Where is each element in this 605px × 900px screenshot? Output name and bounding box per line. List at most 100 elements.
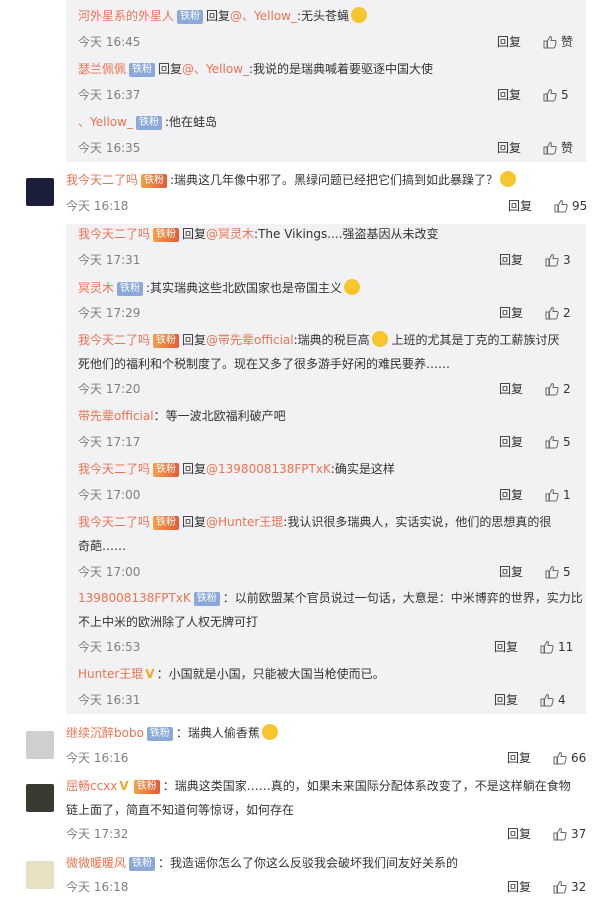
like-icon[interactable] [540,693,554,707]
username-link[interactable]: 我今天二了吗 [66,173,138,187]
comment-text: 我今天二了吗 铁粉:瑞典这几年像中邪了。黑绿问题已经把它们搞到如此暴躁了？ [66,170,517,190]
timestamp: 今天 17:29 [78,306,141,320]
timestamp: 今天 17:20 [78,382,141,396]
username-link[interactable]: 我今天二了吗 [78,462,150,476]
like-count[interactable]: 5 [563,434,571,450]
reply-button[interactable]: 回复 [499,434,523,450]
reply-button[interactable]: 回复 [499,381,523,397]
like-icon[interactable] [545,435,559,449]
comment-body-line2: 不上中米的欧洲除了人权无牌可打 [78,615,259,629]
comment-text: Hunter王琨 V ：小国就是小国，只能被大国当枪使而已。 [78,664,385,684]
like-icon[interactable] [543,35,557,49]
comment-body: :瑞典这几年像中邪了。黑绿问题已经把它们搞到如此暴躁了？ [170,173,499,187]
comment-text: 我今天二了吗 铁粉 回复@Hunter王琨:我认识很多瑞典人，实话实说，他们的思想真… [78,512,551,532]
like-icon[interactable] [545,488,559,502]
mention-link[interactable]: @Hunter王琨 [206,515,283,529]
fan-badge: 铁粉 [133,780,160,794]
reply-button[interactable]: 回复 [499,564,523,580]
reply-button[interactable]: 回复 [497,34,521,50]
username-link[interactable]: 微微暖暖风 [66,856,126,870]
comment-text: 微微暖暖风 铁粉 ：我造谣你怎么了你这么反驳我会破坏我们间友好关系的 [66,853,458,873]
like-count[interactable]: 1 [563,487,571,503]
timestamp: 今天 17:31 [78,253,141,267]
username-link[interactable]: 我今天二了吗 [78,227,150,241]
comment-body: :我认识很多瑞典人，实话实说，他们的思想真的很 [283,515,552,529]
mention-link[interactable]: @带先辈official [206,333,294,347]
username-link[interactable]: 带先辈official [78,409,154,423]
avatar[interactable] [26,861,54,889]
like-icon[interactable] [545,253,559,267]
like-icon[interactable] [553,827,567,841]
reply-button[interactable]: 回复 [507,750,531,766]
username-link[interactable]: 瑟兰佩佩 [78,62,126,76]
mention-link[interactable]: @1398008138FPTxK [206,462,331,476]
reply-button[interactable]: 回复 [507,879,531,895]
reply-button[interactable]: 回复 [499,305,523,321]
avatar[interactable] [26,784,54,812]
iron-fan-badge: 铁粉 [129,857,156,871]
username-link[interactable]: 我今天二了吗 [78,515,150,529]
like-count[interactable]: 赞 [561,140,573,156]
like-icon[interactable] [554,199,568,213]
timestamp: 今天 16:18 [66,880,129,894]
like-icon[interactable] [543,141,557,155]
username-link[interactable]: 河外星系的外星人 [78,9,174,23]
avatar[interactable] [26,178,54,206]
emoji-icon [261,724,278,740]
like-icon[interactable] [545,382,559,396]
reply-button[interactable]: 回复 [508,198,532,214]
username-link[interactable]: 屈畅ccxx [66,779,117,793]
iron-fan-badge: 铁粉 [193,592,220,606]
comment-body: ：等一波北欧福利破产吧 [153,409,286,423]
username-link[interactable]: 1398008138FPTxK [78,591,191,605]
like-count[interactable]: 赞 [561,34,573,50]
mention-link[interactable]: @、Yellow_ [230,9,297,23]
mention-link[interactable]: @冥灵木 [206,227,254,241]
comment-text: 我今天二了吗 铁粉 回复@带先辈official:瑞典的税巨高 上班的尤其是丁克的工… [78,330,559,350]
like-icon[interactable] [553,880,567,894]
like-icon[interactable] [553,751,567,765]
mention-link[interactable]: @、Yellow_ [182,62,249,76]
like-count[interactable]: 37 [571,826,586,842]
avatar[interactable] [26,731,54,759]
reply-button[interactable]: 回复 [494,692,518,708]
comment-body: ：我造谣你怎么了你这么反驳我会破坏我们间友好关系的 [158,856,459,870]
username-link[interactable]: 继续沉醉bobo [66,726,144,740]
fan-badge: 铁粉 [153,228,180,242]
like-count[interactable]: 95 [572,198,587,214]
comment-body-line2: 奇葩…… [78,539,127,553]
like-icon[interactable] [545,565,559,579]
fan-badge: 铁粉 [153,516,180,530]
reply-button[interactable]: 回复 [499,487,523,503]
reply-button[interactable]: 回复 [494,639,518,655]
reply-button[interactable]: 回复 [507,826,531,842]
like-count[interactable]: 11 [558,639,573,655]
comment-body: ：瑞典人偷香蕉 [175,726,260,740]
username-link[interactable]: 冥灵木 [78,281,114,295]
comment-body-line2: 链上面了，简直不知道何等惊讶，如何存在 [66,803,295,817]
timestamp: 今天 16:18 [66,199,129,213]
like-icon[interactable] [545,306,559,320]
like-icon[interactable] [543,88,557,102]
comment-body: :瑞典的税巨高 [293,333,370,347]
reply-button[interactable]: 回复 [497,140,521,156]
iron-fan-badge: 铁粉 [135,116,162,130]
like-count[interactable]: 4 [558,692,566,708]
like-count[interactable]: 66 [571,750,586,766]
like-count[interactable]: 2 [563,305,571,321]
username-link[interactable]: 、Yellow_ [78,115,133,129]
like-icon[interactable] [540,640,554,654]
timestamp: 今天 17:00 [78,565,141,579]
username-link[interactable]: 我今天二了吗 [78,333,150,347]
emoji-icon [371,331,388,347]
username-link[interactable]: Hunter王琨 [78,667,143,681]
like-count[interactable]: 5 [563,564,571,580]
like-count[interactable]: 3 [563,252,571,268]
reply-button[interactable]: 回复 [499,252,523,268]
like-count[interactable]: 2 [563,381,571,397]
like-count[interactable]: 32 [571,879,586,895]
comment-body-cont: 上班的尤其是丁克的工薪族讨厌 [387,333,560,347]
iron-fan-badge: 铁粉 [177,10,204,24]
like-count[interactable]: 5 [561,87,569,103]
reply-button[interactable]: 回复 [497,87,521,103]
